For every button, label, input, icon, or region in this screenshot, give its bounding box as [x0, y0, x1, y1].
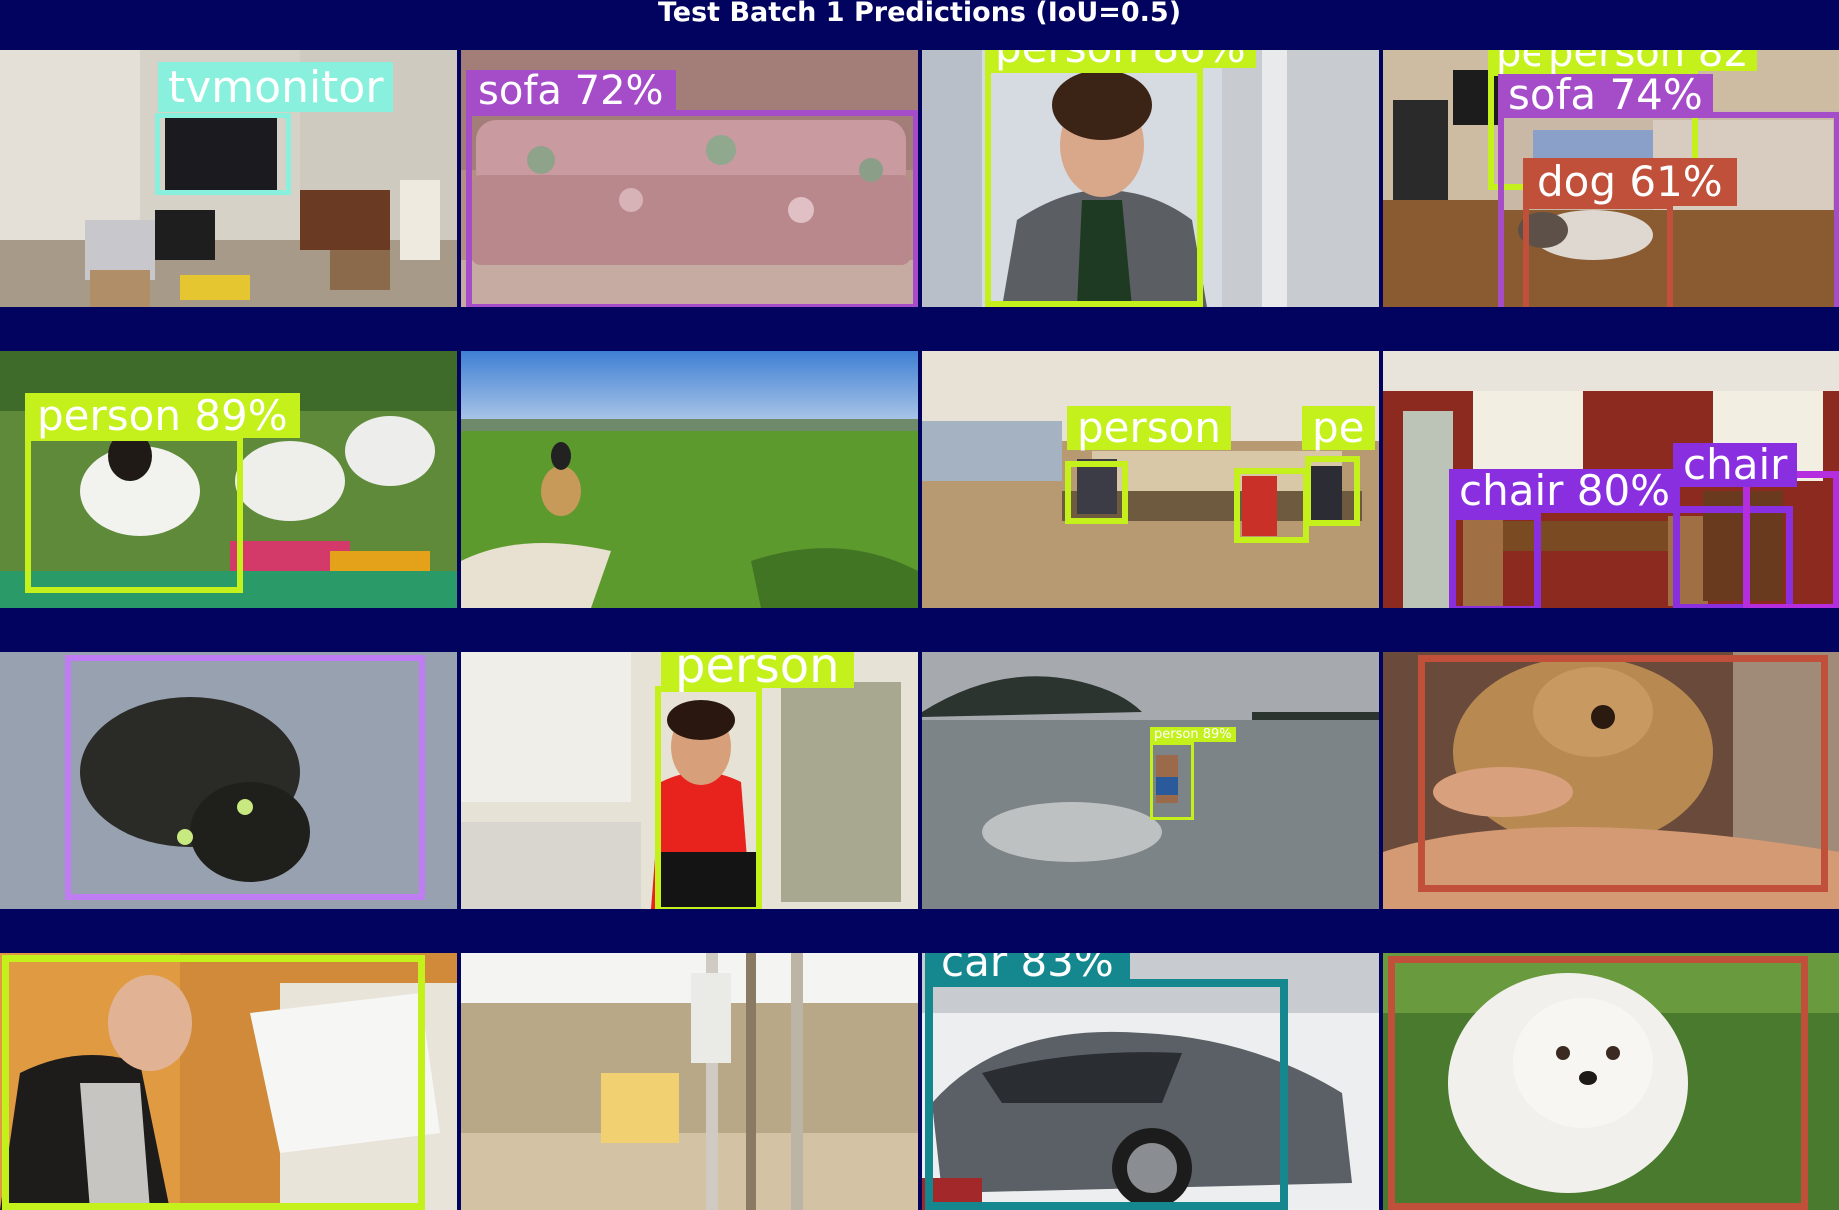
- bbox-label: person 86%: [985, 50, 1256, 69]
- image-tile-1: tvmonitor: [0, 50, 457, 307]
- bbox-label: pe: [1302, 406, 1375, 450]
- image-tile-12: [1383, 652, 1839, 909]
- bbox-person: [985, 67, 1203, 307]
- bbox-label: chair 80%: [1449, 469, 1681, 513]
- image-tile-6: [461, 351, 918, 608]
- bbox-person: [1150, 742, 1194, 820]
- image-tile-11: person 89%: [922, 652, 1379, 909]
- figure-title: Test Batch 1 Predictions (IoU=0.5): [657, 0, 1182, 28]
- bbox-label: sofa 74%: [1498, 74, 1713, 116]
- bbox-label: dog 61%: [1523, 158, 1737, 206]
- image-tile-3: person 86%: [922, 50, 1379, 307]
- bbox-person: [1305, 456, 1360, 526]
- bbox-chair: [1743, 471, 1839, 608]
- bbox-tvmonitor: [155, 113, 291, 195]
- tile-6-photo: [461, 351, 918, 608]
- image-tile-13: [0, 953, 457, 1210]
- bbox-label: person 89%: [1150, 727, 1236, 742]
- bbox-dog: [1388, 956, 1808, 1210]
- bbox-label: person 82: [1540, 50, 1757, 73]
- image-tile-2: sofa 72%: [461, 50, 918, 307]
- bbox-dog: [1418, 655, 1828, 892]
- bbox-label: person: [1067, 406, 1231, 450]
- image-tile-14: [461, 953, 918, 1210]
- tile-14-photo: [461, 953, 918, 1210]
- image-tile-16: [1383, 953, 1839, 1210]
- image-tile-8: chair 80% chair: [1383, 351, 1839, 608]
- bbox-person: [1065, 461, 1128, 524]
- bbox-dog: [1523, 203, 1673, 307]
- image-tile-4: pe person 82 sofa 74% dog 61%: [1383, 50, 1839, 307]
- image-tile-15: car 83%: [922, 953, 1379, 1210]
- bbox-label: person: [661, 652, 854, 690]
- bbox-label: car 83%: [925, 953, 1130, 983]
- bbox-person: [1234, 468, 1309, 543]
- bbox-label: tvmonitor: [158, 62, 394, 112]
- bbox-cat: [65, 655, 425, 900]
- bbox-label: person 89%: [25, 393, 300, 438]
- bbox-chair: [1449, 513, 1541, 608]
- bbox-person: [655, 686, 762, 909]
- image-tile-5: person 89%: [0, 351, 457, 608]
- bbox-label: sofa 72%: [466, 70, 676, 112]
- bbox-label: chair: [1673, 443, 1798, 487]
- bbox-person: [25, 435, 243, 593]
- bbox-car: [925, 979, 1288, 1210]
- bbox-sofa: [466, 110, 918, 307]
- image-tile-10: person: [461, 652, 918, 909]
- image-tile-9: [0, 652, 457, 909]
- bbox-person: [2, 955, 425, 1210]
- image-tile-7: person pe: [922, 351, 1379, 608]
